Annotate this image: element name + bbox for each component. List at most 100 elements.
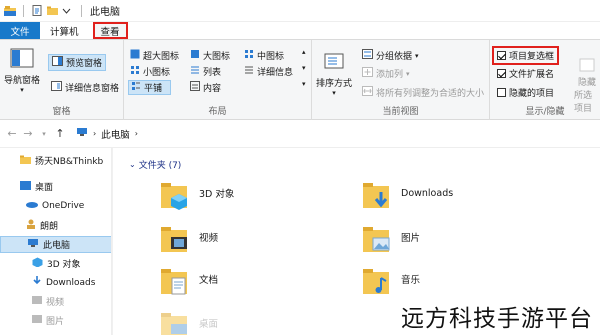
large-icons-icon xyxy=(190,49,200,62)
sidebar-item-desktop[interactable]: 桌面 xyxy=(0,178,111,195)
sidebar-item-user[interactable]: 朗朗 xyxy=(0,217,111,234)
tab-file[interactable]: 文件 xyxy=(0,22,40,39)
group-by-label: 分组依据 xyxy=(376,52,413,62)
cube-icon xyxy=(32,257,43,270)
layout-large-icons[interactable]: 大图标 xyxy=(190,49,230,62)
title-bar: 此电脑 xyxy=(0,0,600,22)
folder-documents[interactable]: 文档 xyxy=(161,266,219,295)
breadcrumb-this-pc[interactable]: 此电脑 xyxy=(101,127,130,141)
title-divider xyxy=(81,4,82,17)
preview-pane-button[interactable]: 预览窗格 xyxy=(48,54,107,71)
pictures-folder-icon xyxy=(363,224,391,252)
sidebar-item-downloads[interactable]: Downloads xyxy=(0,274,111,291)
layout-scroll-down-icon[interactable]: ▾ xyxy=(302,64,306,72)
hidden-items-toggle[interactable]: 隐藏的项目 xyxy=(497,86,554,99)
folder-videos[interactable]: 视频 xyxy=(161,224,219,252)
layout-xl-icons[interactable]: 超大图标 xyxy=(130,49,179,62)
show-hide-group-label: 显示/隐藏 xyxy=(525,107,565,117)
layout-list[interactable]: 列表 xyxy=(190,65,221,78)
layout-medium-icons[interactable]: 中图标 xyxy=(244,49,284,62)
quick-access-toolbar xyxy=(0,4,86,17)
breadcrumb-separator-icon[interactable]: › xyxy=(93,129,96,138)
sidebar-item-label: 此电脑 xyxy=(43,241,71,251)
details-pane-label: 详细信息窗格 xyxy=(65,84,120,94)
layout-details[interactable]: 详细信息 xyxy=(244,65,293,78)
panes-group: 导航窗格 ▾ 预览窗格 详细信息窗格 窗格 xyxy=(0,40,124,120)
up-arrow-icon[interactable]: ↑ xyxy=(52,127,68,140)
folder-label: 图片 xyxy=(401,233,421,244)
hide-selected-icon xyxy=(579,58,595,75)
file-extensions-toggle[interactable]: 文件扩展名 xyxy=(497,67,554,80)
details-pane-icon xyxy=(51,81,62,94)
layout-small-icons[interactable]: 小图标 xyxy=(130,65,170,78)
hidden-items-label: 隐藏的项目 xyxy=(509,89,555,99)
sidebar-item-onedrive[interactable]: OneDrive xyxy=(0,197,111,214)
item-checkboxes-label: 项目复选框 xyxy=(509,52,555,62)
new-folder-icon[interactable] xyxy=(47,5,58,16)
details-pane-button[interactable]: 详细信息窗格 xyxy=(51,81,119,94)
sort-icon xyxy=(324,52,344,73)
sidebar-item-label: 3D 对象 xyxy=(47,260,81,270)
downloads-folder-icon xyxy=(363,180,391,208)
recent-chevron-icon[interactable]: ▾ xyxy=(36,130,52,138)
navigation-pane-label: 导航窗格 xyxy=(4,76,41,86)
sort-by-button[interactable]: 排序方式 ▾ xyxy=(316,52,352,97)
layout-content[interactable]: 内容 xyxy=(190,81,221,94)
add-column-label: 添加列 xyxy=(376,70,404,80)
3d-objects-folder-icon xyxy=(161,180,189,210)
folder-label: 文档 xyxy=(199,275,219,286)
item-checkboxes-toggle[interactable]: 项目复选框 xyxy=(492,46,560,65)
picture-icon xyxy=(32,314,42,327)
content-label: 内容 xyxy=(203,84,222,94)
explorer-icon[interactable] xyxy=(4,5,16,16)
add-column-button[interactable]: 添加列 ▾ xyxy=(362,67,410,80)
layout-tiles[interactable]: 平铺 xyxy=(128,80,172,95)
folders-group-header[interactable]: ⌄ 文件夹 (7) xyxy=(129,158,181,171)
hidden-items-checkbox[interactable] xyxy=(497,88,506,97)
layout-expand-icon[interactable]: ▾ xyxy=(302,80,306,88)
layout-scroll-up-icon[interactable]: ▴ xyxy=(302,48,306,56)
group-by-button[interactable]: 分组依据 ▾ xyxy=(362,49,419,62)
sidebar-item-library[interactable]: 扬天NB&Thinkb xyxy=(0,152,111,169)
item-checkboxes-checkbox[interactable] xyxy=(497,51,506,60)
back-arrow-icon[interactable]: ← xyxy=(4,127,20,140)
navigation-pane-button[interactable]: 导航窗格 ▾ xyxy=(4,48,40,94)
sidebar-item-pictures[interactable]: 图片 xyxy=(0,312,111,329)
download-icon xyxy=(32,276,42,289)
user-icon xyxy=(26,219,36,232)
layout-group-label: 布局 xyxy=(208,107,227,117)
fit-columns-icon xyxy=(362,86,373,99)
sidebar-item-label: 视频 xyxy=(46,298,65,308)
breadcrumb[interactable]: › 此电脑 › xyxy=(76,127,138,141)
group-by-icon xyxy=(362,49,373,62)
sidebar-item-this-pc[interactable]: 此电脑 xyxy=(0,236,111,253)
large-icons-label: 大图标 xyxy=(203,52,231,62)
folder-desktop[interactable]: 桌面 xyxy=(161,310,218,335)
folder-music[interactable]: 音乐 xyxy=(363,266,420,294)
medium-icons-label: 中图标 xyxy=(257,52,285,62)
current-view-group: 排序方式 ▾ 分组依据 ▾ 添加列 ▾ 将所有列调整为合适的大小 当前视图 xyxy=(312,40,490,120)
folder-icon xyxy=(20,155,31,167)
collapse-chevron-icon: ⌄ xyxy=(129,160,136,169)
content-icon xyxy=(190,81,200,94)
desktop-icon xyxy=(20,180,31,193)
customize-dropdown-icon[interactable] xyxy=(62,5,73,16)
folder-downloads[interactable]: Downloads xyxy=(363,180,454,208)
small-icons-icon xyxy=(130,65,140,78)
fit-columns-button[interactable]: 将所有列调整为合适的大小 xyxy=(362,86,484,99)
sidebar-item-3d-objects[interactable]: 3D 对象 xyxy=(0,255,111,272)
breadcrumb-chevron-icon[interactable]: › xyxy=(135,129,138,138)
forward-arrow-icon[interactable]: → xyxy=(20,127,36,140)
file-extensions-checkbox[interactable] xyxy=(497,69,506,78)
folder-3d-objects[interactable]: 3D 对象 xyxy=(161,180,234,210)
file-extensions-label: 文件扩展名 xyxy=(509,70,555,80)
folder-label: Downloads xyxy=(401,187,454,199)
tab-view[interactable]: 查看 xyxy=(92,22,128,39)
tab-computer[interactable]: 计算机 xyxy=(40,22,89,39)
properties-icon[interactable] xyxy=(32,5,43,16)
folder-label: 视频 xyxy=(199,233,219,244)
videos-folder-icon xyxy=(161,224,189,252)
details-label: 详细信息 xyxy=(257,68,294,78)
folder-pictures[interactable]: 图片 xyxy=(363,224,421,252)
sidebar-item-videos[interactable]: 视频 xyxy=(0,293,111,310)
